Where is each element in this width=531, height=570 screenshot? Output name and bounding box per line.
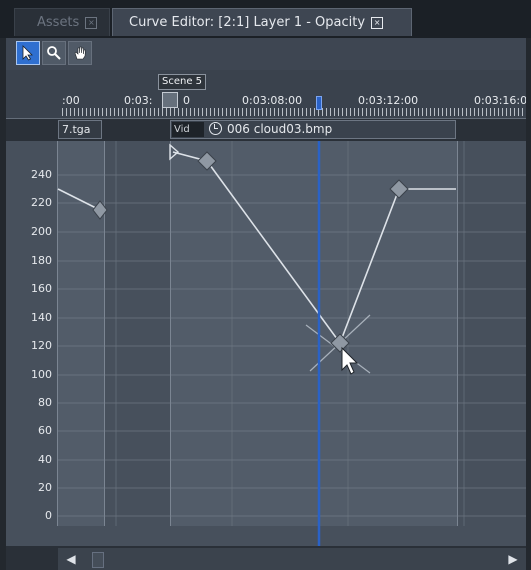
close-icon[interactable]: × — [85, 16, 98, 29]
ruler-label: 0:03:08:00 — [242, 94, 303, 107]
scene-marker[interactable]: Scene 5 — [158, 74, 207, 90]
y-axis-label: 100 — [31, 368, 52, 381]
scroll-right-icon[interactable]: ▶ — [504, 550, 522, 568]
y-axis-label: 220 — [31, 196, 52, 209]
ruler-label: 0 — [183, 94, 190, 107]
clock-icon — [209, 122, 222, 135]
clip-left[interactable]: 7.tga — [58, 120, 102, 139]
tab-strip: Assets × Curve Editor: [2:1] Layer 1 - O… — [0, 0, 531, 38]
y-axis-label: 120 — [31, 339, 52, 352]
scroll-left-icon[interactable]: ◀ — [62, 550, 80, 568]
scene-marker-handle[interactable] — [162, 92, 178, 108]
ruler-label: 0:03:16:0 — [474, 94, 528, 107]
magnifier-icon — [47, 46, 61, 60]
y-axis-label: 200 — [31, 225, 52, 238]
curve-graph[interactable]: 240 220 200 180 160 140 120 100 80 60 40… — [6, 141, 526, 546]
tab-curve-editor-label: Curve Editor: [2:1] Layer 1 - Opacity — [129, 15, 366, 30]
y-axis-label: 80 — [38, 396, 52, 409]
close-icon[interactable]: × — [371, 16, 384, 29]
horizontal-scrollbar[interactable]: ◀ ▶ — [58, 548, 526, 570]
toolbar — [6, 38, 526, 71]
y-axis-label: 60 — [38, 424, 52, 437]
hand-tool-button[interactable] — [68, 41, 92, 65]
ruler-label: 0:03: — [124, 94, 153, 107]
y-axis-label: 140 — [31, 311, 52, 324]
y-axis-label: 20 — [38, 481, 52, 494]
left-rail — [0, 38, 6, 570]
curve-graph-svg — [57, 141, 526, 546]
clip-track-tag: Vid — [172, 122, 204, 137]
ruler-label: 0:03:12:00 — [358, 94, 419, 107]
tab-curve-editor[interactable]: Curve Editor: [2:1] Layer 1 - Opacity × — [112, 8, 412, 36]
clip-row: 7.tga 006 cloud03.bmp Vid — [56, 119, 456, 141]
pointer-icon — [22, 45, 33, 61]
clip-middle-label: 006 cloud03.bmp — [227, 122, 333, 136]
timeline-ruler[interactable]: :00 0:03: 0 0:03:08:00 0:03:12:00 0:03:1… — [6, 70, 528, 119]
hand-icon — [74, 46, 86, 60]
ruler-ticks — [62, 108, 526, 116]
y-axis-label: 0 — [45, 509, 52, 522]
tab-assets-label: Assets — [37, 15, 80, 30]
tab-assets[interactable]: Assets × — [14, 8, 110, 36]
zoom-tool-button[interactable] — [42, 41, 66, 65]
pointer-tool-button[interactable] — [16, 41, 40, 65]
y-axis-label: 160 — [31, 282, 52, 295]
scrollbar-thumb[interactable] — [92, 552, 104, 568]
ruler-label: :00 — [62, 94, 80, 107]
right-rail — [526, 38, 531, 570]
y-axis-label: 180 — [31, 254, 52, 267]
y-axis-label: 40 — [38, 453, 52, 466]
y-axis-label: 240 — [31, 168, 52, 181]
curve-editor-window: Assets × Curve Editor: [2:1] Layer 1 - O… — [0, 0, 531, 570]
playhead-handle[interactable] — [316, 96, 322, 110]
